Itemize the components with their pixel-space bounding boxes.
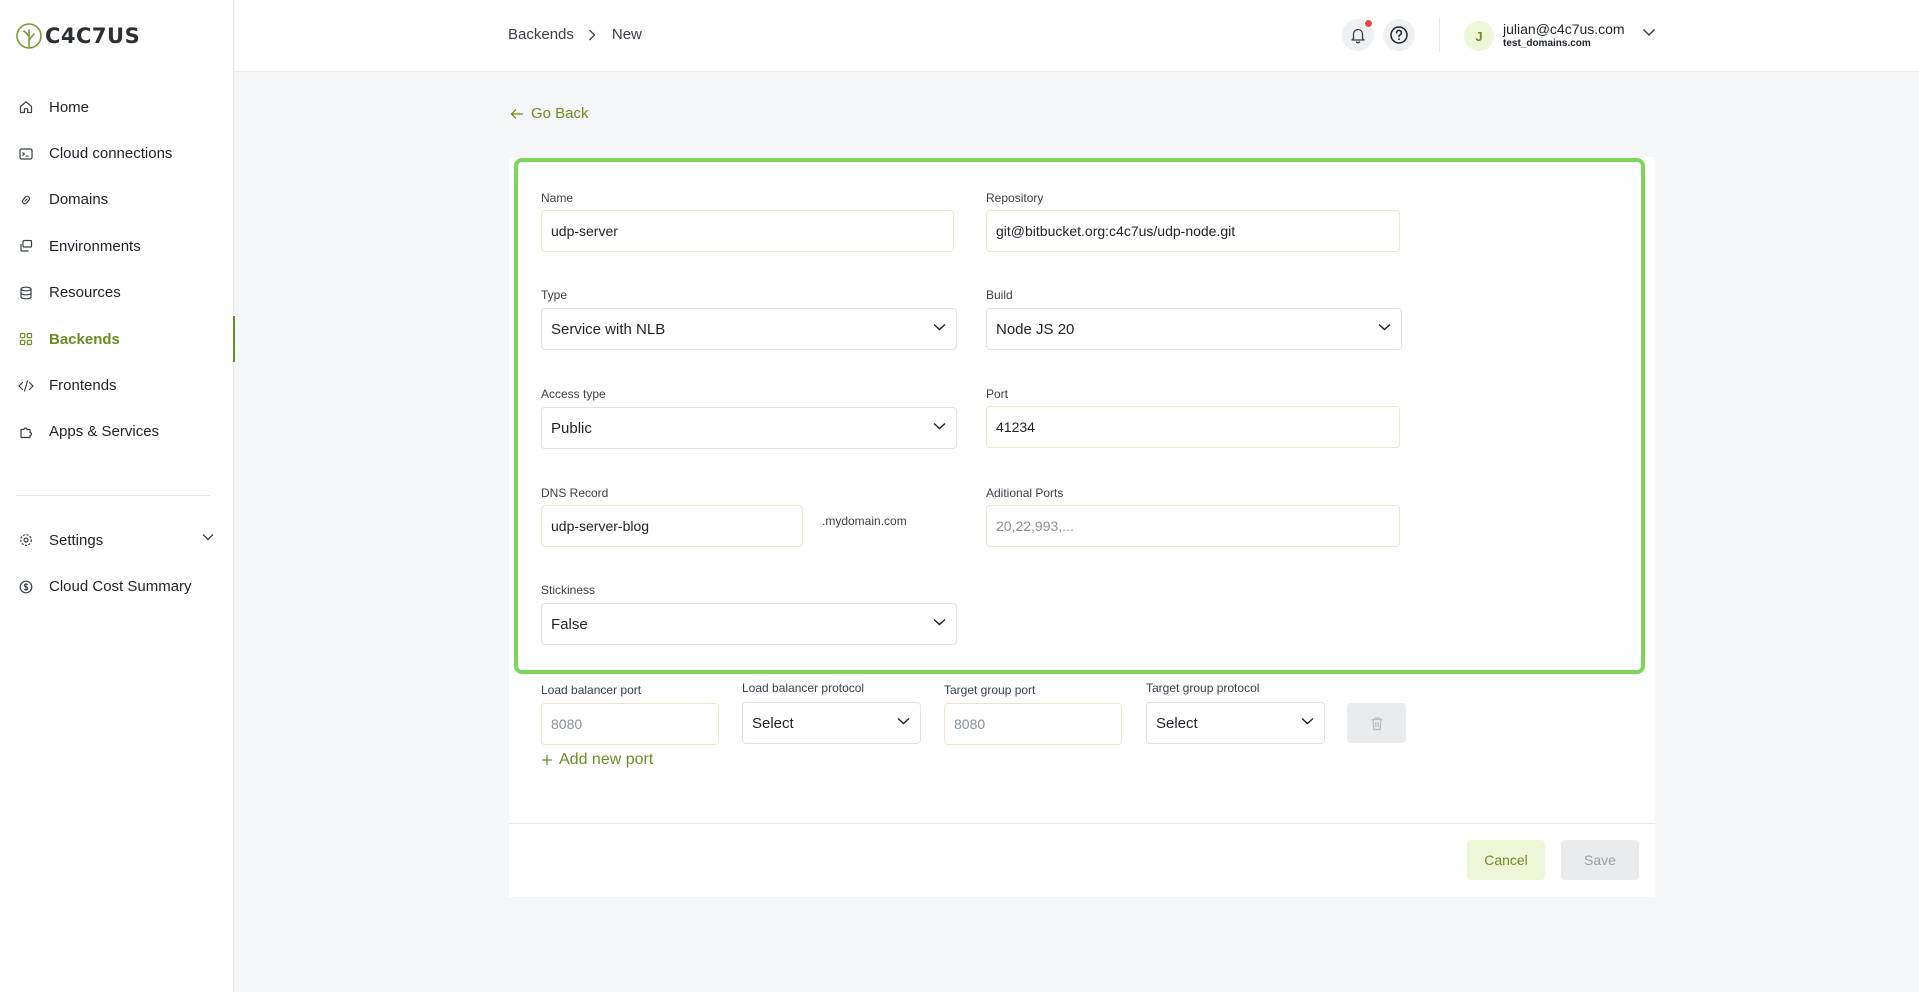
sidebar-item-label: Apps & Services [49,423,160,441]
code-icon [18,378,34,394]
top-header: Backends New J julian@c4c7us.com test_do… [234,0,1919,72]
lb-protocol-select[interactable]: Select [742,702,921,744]
sidebar-item-label: Backends [49,330,120,348]
tg-protocol-select[interactable]: Select [1146,702,1325,744]
user-email[interactable]: julian@c4c7us.com [1503,21,1625,37]
sidebar-item-domains[interactable]: Domains [0,177,234,223]
trash-icon [1371,716,1382,730]
user-domain: test_domains.com [1503,38,1591,49]
chevron-down-icon[interactable] [202,533,214,541]
sidebar-item-label: Home [49,98,90,116]
add-new-port-button[interactable]: Add new port [541,751,653,769]
plus-icon [542,755,552,765]
puzzle-icon [18,424,34,440]
brand-name: C4C7US [45,24,141,48]
sidebar-bottom-nav: Settings Cloud Cost Summary [0,517,234,610]
lb-port-label: Load balancer port [541,683,642,697]
header-divider [1439,18,1440,52]
sidebar-item-cloud-cost-summary[interactable]: Cloud Cost Summary [0,563,234,609]
lb-port-field[interactable]: 8080 [541,703,719,745]
link-icon [18,192,34,208]
highlight-frame [514,158,1645,674]
lb-protocol-label: Load balancer protocol [742,681,865,695]
chevron-down-icon [1301,717,1314,725]
logo[interactable]: C4C7US [15,22,140,50]
tg-port-field[interactable]: 8080 [944,703,1122,745]
notifications-button[interactable] [1342,19,1374,51]
avatar[interactable]: J [1464,21,1494,51]
save-button[interactable]: Save [1561,840,1639,880]
footer-divider [509,823,1655,824]
sidebar-item-frontends[interactable]: Frontends [0,362,234,408]
help-button[interactable] [1383,19,1415,51]
lb-protocol-select-value: Select [752,714,794,732]
sidebar-divider [16,495,210,496]
notification-dot [1364,19,1373,28]
sidebar-item-environments[interactable]: Environments [0,223,234,269]
arrow-left-icon [510,108,523,119]
dollar-icon [18,579,34,595]
go-back-label: Go Back [531,105,589,122]
breadcrumb-item-new: New [611,26,642,43]
logo-mark-icon [16,23,42,49]
help-icon [1390,26,1408,44]
tg-protocol-label: Target group protocol [1146,681,1260,695]
sidebar-item-label: Settings [49,531,104,549]
chevron-down-icon [897,717,910,725]
sidebar-item-label: Environments [49,237,141,255]
layers-icon [18,238,34,254]
sidebar: C4C7US Home Cloud connections Domains En… [0,0,235,992]
tg-protocol-select-value: Select [1156,714,1198,732]
sidebar-item-apps-services[interactable]: Apps & Services [0,409,234,455]
chevron-right-icon [588,28,598,42]
delete-port-button[interactable] [1347,703,1406,743]
chevron-down-icon[interactable] [1642,28,1656,37]
sidebar-item-label: Resources [49,284,121,302]
sidebar-item-resources[interactable]: Resources [0,270,234,316]
breadcrumb-item-backends[interactable]: Backends [508,26,574,43]
sidebar-item-home[interactable]: Home [0,84,234,130]
sidebar-item-cloud-connections[interactable]: Cloud connections [0,130,234,176]
sidebar-item-label: Cloud Cost Summary [49,578,192,596]
sidebar-item-label: Cloud connections [49,145,173,163]
add-new-port-label: Add new port [559,751,654,768]
sidebar-item-settings[interactable]: Settings [0,517,234,563]
breadcrumb: Backends New [508,26,642,43]
sidebar-item-label: Domains [49,191,109,209]
grid-icon [18,331,34,347]
tg-port-label: Target group port [944,683,1036,697]
sidebar-item-label: Frontends [49,377,117,395]
home-icon [18,99,34,115]
go-back-link[interactable]: Go Back [510,105,589,122]
gear-icon [18,532,34,548]
cancel-button[interactable]: Cancel [1467,840,1545,880]
bell-icon [1351,28,1365,44]
sidebar-nav: Home Cloud connections Domains Environme… [0,84,235,455]
sidebar-item-backends[interactable]: Backends [0,315,235,363]
terminal-icon [18,146,34,162]
database-icon [18,285,34,301]
